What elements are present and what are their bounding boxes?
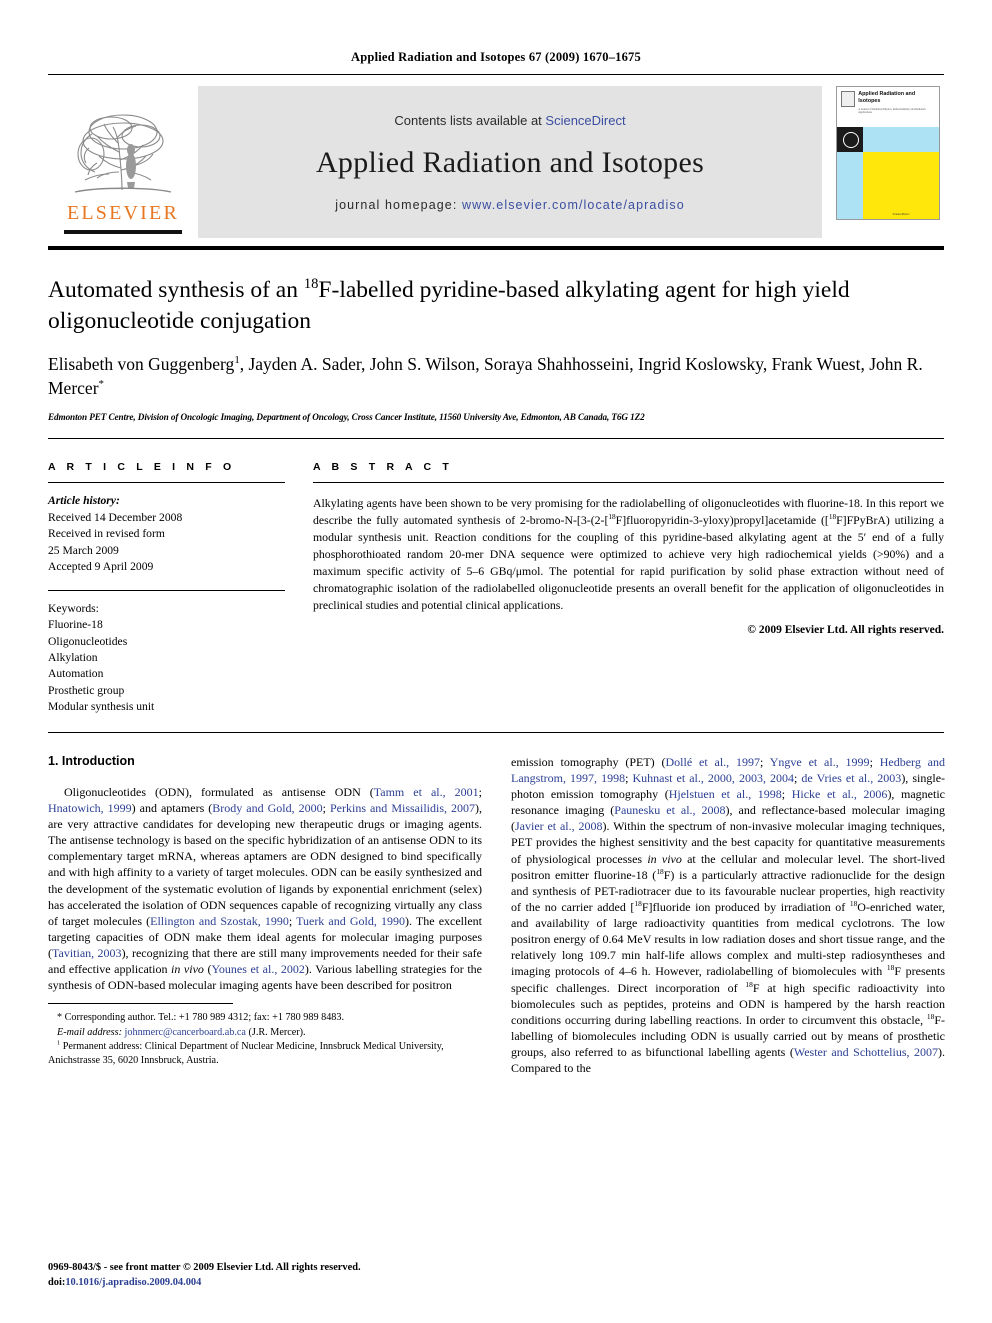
title-part-1: Automated synthesis of an	[48, 277, 304, 303]
affiliation: Edmonton PET Centre, Division of Oncolog…	[48, 412, 645, 423]
title-superscript-18: 18	[303, 276, 319, 293]
article-info-heading: A R T I C L E I N F O	[48, 461, 236, 474]
cover-band	[837, 127, 939, 152]
author-list: Elisabeth von Guggenberg1, Jayden A. Sad…	[48, 354, 923, 399]
abstract-heading: A B S T R A C T	[313, 461, 453, 474]
publisher-logo-block: ELSEVIER	[48, 86, 198, 238]
article-page: Applied Radiation and Isotopes 67 (2009)…	[0, 0, 992, 1323]
header-divider	[48, 74, 944, 75]
homepage-label: journal homepage:	[335, 197, 463, 212]
sciencedirect-link[interactable]: ScienceDirect	[545, 113, 625, 128]
section-heading-introduction: 1. Introduction	[48, 753, 135, 768]
keyword-item: Automation	[48, 667, 104, 681]
abstract-copyright: © 2009 Elsevier Ltd. All rights reserved…	[747, 624, 944, 637]
journal-cover-thumbnail: Applied Radiation and Isotopes A Journal…	[836, 86, 940, 220]
contents-prefix: Contents lists available at	[394, 112, 546, 128]
history-item: Received in revised form	[48, 527, 165, 541]
contents-available-line: Contents lists available at ScienceDirec…	[394, 113, 625, 128]
page-title: Automated synthesis of an 18F-labelled p…	[48, 275, 944, 336]
email-note: E-mail address: johnmerc@cancerboard.ab.…	[48, 1026, 482, 1040]
cover-subtitle: A Journal of Radiation Physics, Radioche…	[858, 107, 926, 115]
article-info-column: A R T I C L E I N F O Article history: R…	[48, 461, 303, 715]
title-block-rule	[48, 438, 944, 440]
abstract-bottom-rule	[48, 731, 944, 733]
keyword-item: Fluorine-18	[48, 618, 103, 632]
journal-banner: Contents lists available at ScienceDirec…	[198, 86, 822, 238]
permanent-address-text: Permanent address: Clinical Department o…	[48, 1041, 444, 1067]
cover-left-blue	[837, 152, 863, 219]
email-link[interactable]: johnmerc@cancerboard.ab.ca	[125, 1027, 246, 1038]
cover-atom-icon	[837, 127, 863, 152]
running-head: Applied Radiation and Isotopes 67 (2009)…	[351, 50, 641, 64]
abstract-text: Alkylating agents have been shown to be …	[313, 496, 944, 612]
email-owner: (J.R. Mercer).	[248, 1026, 306, 1038]
abstract-rule	[313, 482, 944, 484]
history-item: 25 March 2009	[48, 543, 119, 557]
keyword-item: Prosthetic group	[48, 683, 125, 697]
journal-cover-block: Applied Radiation and Isotopes A Journal…	[822, 86, 944, 238]
cover-logo-icon	[841, 91, 856, 107]
info-abstract-row: A R T I C L E I N F O Article history: R…	[48, 461, 944, 715]
elsevier-wordmark: ELSEVIER	[66, 202, 180, 224]
article-history-label: Article history:	[48, 494, 120, 508]
cover-header: Applied Radiation and Isotopes A Journal…	[837, 87, 939, 127]
corresponding-author-note: * Corresponding author. Tel.: +1 780 989…	[57, 1012, 345, 1024]
homepage-url-link[interactable]: www.elsevier.com/locate/apradiso	[462, 198, 685, 212]
journal-homepage-line: journal homepage: www.elsevier.com/locat…	[335, 198, 685, 212]
cover-footer-mark: ScienceDirect	[892, 212, 910, 216]
intro-paragraph-left: Oligonucleotides (ODN), formulated as an…	[48, 784, 483, 993]
footnote-divider	[48, 1003, 233, 1005]
body-column-right: emission tomography (PET) (Dollé et al.,…	[511, 754, 945, 1077]
elsevier-tree-icon	[74, 114, 172, 193]
intro-paragraph-right: emission tomography (PET) (Dollé et al.,…	[511, 754, 946, 1076]
keyword-item: Modular synthesis unit	[48, 700, 155, 714]
permanent-address-note: 1 Permanent address: Clinical Department…	[48, 1040, 482, 1069]
history-item: Received 14 December 2008	[48, 510, 183, 524]
doi-line: doi:10.1016/j.apradiso.2009.04.004	[48, 1275, 361, 1290]
journal-title: Applied Radiation and Isotopes	[315, 145, 705, 179]
article-info-rule	[48, 482, 285, 484]
body-column-left: 1. Introduction Oligonucleotides (ODN), …	[48, 754, 482, 1077]
cover-blue-strip	[863, 127, 939, 152]
abstract-column: A B S T R A C T Alkylating agents have b…	[303, 461, 944, 715]
elsevier-underline	[64, 230, 182, 234]
body-columns: 1. Introduction Oligonucleotides (ODN), …	[48, 754, 945, 1077]
email-label: E-mail address:	[57, 1026, 122, 1038]
keyword-item: Oligonucleotides	[48, 634, 128, 648]
keywords-list: Keywords: Fluorine-18 Oligonucleotides A…	[48, 601, 285, 716]
author-footnote-marker-1[interactable]: 1	[234, 354, 239, 366]
journal-masthead: ELSEVIER Contents lists available at Sci…	[48, 86, 944, 238]
keyword-item: Alkylation	[48, 651, 98, 664]
permanent-address-marker: 1	[57, 1039, 61, 1047]
cover-title: Applied Radiation and Isotopes	[858, 91, 916, 105]
article-history: Article history: Received 14 December 20…	[48, 493, 285, 575]
cover-yellow-panel: ScienceDirect	[863, 152, 939, 219]
cover-lower: ScienceDirect	[837, 152, 939, 219]
corresponding-author-marker[interactable]: *	[99, 378, 104, 390]
imprint-line: 0969-8043/$ - see front matter © 2009 El…	[48, 1260, 361, 1290]
issn-line: 0969-8043/$ - see front matter © 2009 El…	[48, 1261, 361, 1273]
footnotes: * Corresponding author. Tel.: +1 780 989…	[48, 1011, 482, 1068]
doi-label: doi:	[48, 1276, 66, 1288]
keywords-rule	[48, 589, 285, 591]
masthead-bottom-rule	[48, 246, 944, 250]
elsevier-logo: ELSEVIER	[64, 108, 182, 234]
keywords-label: Keywords:	[48, 601, 99, 615]
doi-link[interactable]: 10.1016/j.apradiso.2009.04.004	[65, 1277, 201, 1288]
history-item: Accepted 9 April 2009	[48, 560, 154, 574]
